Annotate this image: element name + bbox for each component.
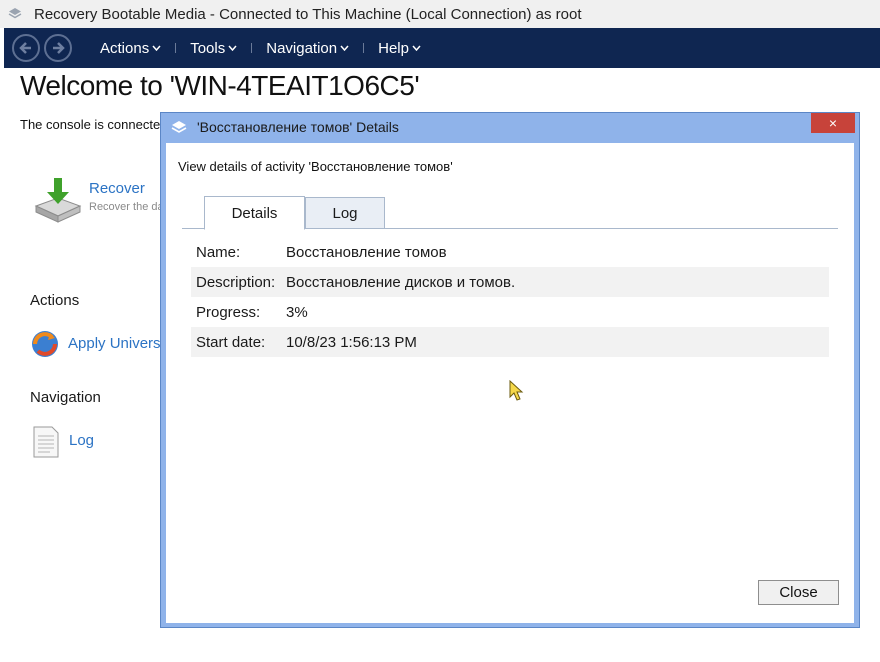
detail-label: Description: xyxy=(196,273,276,291)
detail-value: 3% xyxy=(286,303,308,321)
details-table: Name: Восстановление томов Description: … xyxy=(191,237,829,357)
detail-label: Progress: xyxy=(196,303,261,321)
chevron-down-icon xyxy=(228,45,237,51)
app-title: Recovery Bootable Media - Connected to T… xyxy=(34,5,582,23)
page-subtitle: The console is connected xyxy=(20,117,168,132)
main-toolbar: Actions Tools Navigation Help xyxy=(4,28,880,68)
menu-bar: Actions Tools Navigation Help xyxy=(92,40,429,57)
detail-value: 10/8/23 1:56:13 PM xyxy=(286,333,417,351)
detail-label: Start date: xyxy=(196,333,266,351)
layers-icon xyxy=(171,121,187,133)
menu-actions[interactable]: Actions xyxy=(92,40,169,57)
detail-value: Восстановление дисков и томов. xyxy=(286,273,516,291)
menu-help-label: Help xyxy=(378,39,409,57)
back-button[interactable] xyxy=(12,34,40,62)
page-title: Welcome to 'WIN-4TEAIT1O6C5' xyxy=(20,70,420,101)
recover-link[interactable]: Recover xyxy=(89,180,145,197)
detail-label: Name: xyxy=(196,243,241,261)
document-icon xyxy=(33,426,59,458)
activity-details-dialog: 'Восстановление томов' Details × View de… xyxy=(160,112,860,628)
chevron-down-icon xyxy=(340,45,349,51)
tab-strip: Details Log xyxy=(182,196,838,230)
menu-tools-label: Tools xyxy=(190,39,226,57)
layers-icon xyxy=(8,8,22,19)
forward-button[interactable] xyxy=(44,34,72,62)
apply-universal-restore-link[interactable]: Apply Univers xyxy=(68,335,161,352)
tab-log[interactable]: Log xyxy=(305,197,385,229)
table-row: Description: Восстановление дисков и том… xyxy=(191,267,829,297)
recover-description: Recover the da xyxy=(89,201,164,213)
detail-value: Восстановление томов xyxy=(286,243,447,261)
actions-heading: Actions xyxy=(30,292,80,309)
navigation-heading: Navigation xyxy=(30,389,101,406)
dialog-titlebar[interactable]: 'Восстановление томов' Details × xyxy=(161,113,859,141)
menu-separator xyxy=(363,43,365,53)
menu-actions-label: Actions xyxy=(100,39,150,57)
close-button[interactable]: Close xyxy=(758,580,839,605)
menu-separator xyxy=(251,43,253,53)
chevron-down-icon xyxy=(152,45,161,51)
close-icon: × xyxy=(828,115,838,131)
tab-details[interactable]: Details xyxy=(204,196,305,230)
menu-separator xyxy=(175,43,177,53)
table-row: Start date: 10/8/23 1:56:13 PM xyxy=(191,327,829,357)
menu-tools[interactable]: Tools xyxy=(182,40,245,57)
menu-help[interactable]: Help xyxy=(370,40,429,57)
mouse-cursor-icon xyxy=(509,380,524,401)
log-link[interactable]: Log xyxy=(69,432,94,449)
dialog-title: 'Восстановление томов' Details xyxy=(197,119,399,135)
forward-arrow-icon xyxy=(53,42,65,54)
menu-navigation-label: Navigation xyxy=(266,39,338,57)
menu-navigation[interactable]: Navigation xyxy=(258,40,357,57)
universal-restore-icon xyxy=(32,331,58,357)
chevron-down-icon xyxy=(412,45,421,51)
table-row: Progress: 3% xyxy=(191,297,829,327)
dialog-description: View details of activity 'Восстановление… xyxy=(178,159,453,174)
disk-download-icon xyxy=(34,178,82,223)
dialog-close-icon-button[interactable]: × xyxy=(811,113,855,133)
back-arrow-icon xyxy=(19,42,31,54)
table-row: Name: Восстановление томов xyxy=(191,237,829,267)
app-titlebar: Recovery Bootable Media - Connected to T… xyxy=(0,0,880,28)
